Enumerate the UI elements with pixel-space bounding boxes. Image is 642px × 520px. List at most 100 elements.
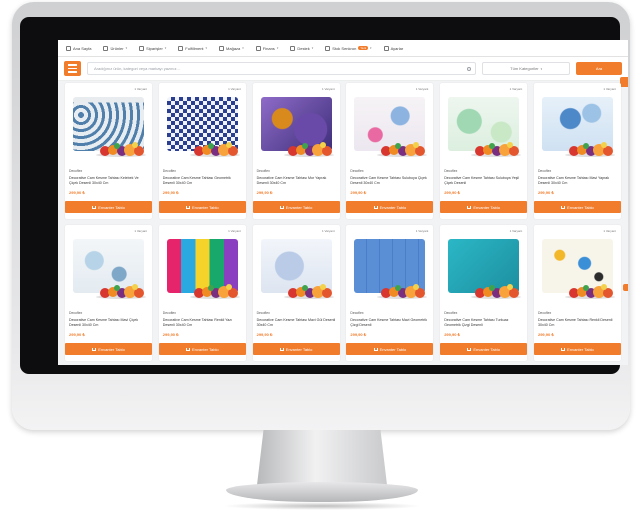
add-to-inventory-button[interactable]: Envanter Tablo [158,343,246,355]
product-title[interactable]: Decorative Cam Kesme Tahtası Kelebek Ve … [69,176,148,186]
nav-item-2[interactable]: Siparişler ▾ [139,45,167,51]
add-to-inventory-label: Envanter Tablo [191,204,219,210]
product-price: 299,90 ₺ [256,332,273,337]
product-title[interactable]: Decorative Cam Kesme Tahtası Renkli Yazı… [163,318,242,328]
wallet-icon [255,45,261,51]
product-title[interactable]: Decorative Cam Kesme Tahtası Mor Yaprak … [257,176,336,186]
add-to-inventory-button[interactable]: Envanter Tablo [65,201,152,213]
add-to-inventory-button[interactable]: Envanter Tablo [252,201,340,213]
product-brand: Decoflex [444,311,458,315]
cart-icon [561,205,566,209]
chevron-down-icon: ▾ [125,46,128,50]
add-to-inventory-label: Envanter Tablo [285,204,313,210]
product-title[interactable]: Decorative Cam Kesme Tahtası Suluboya Ye… [444,176,523,186]
add-to-inventory-button[interactable]: Envanter Tablo [65,343,152,355]
variant-badge: 1 Varyant [509,87,523,91]
variant-badge: 1 Varyant [509,229,523,233]
add-to-inventory-button[interactable]: Envanter Tablo [440,201,528,213]
add-to-inventory-button[interactable]: Envanter Tablo [440,343,528,355]
store-icon [219,45,225,51]
nav-item-label: Ayarlar [390,45,404,51]
search-input[interactable]: Aradığınız ürün, kategori veya markayı y… [86,62,477,75]
sync-icon [325,45,331,51]
nav-item-6[interactable]: Destek ▾ [290,45,314,51]
cart-icon [92,205,97,209]
search-placeholder: Aradığınız ürün, kategori veya markayı y… [93,66,180,71]
product-card[interactable]: 1 Varyant Decoflex Decorative Cam Kesme Ta… [65,225,152,361]
scroll-tab[interactable] [623,284,628,291]
add-to-inventory-button[interactable]: Envanter Tablo [346,201,434,213]
cart-icon [467,347,472,351]
product-title[interactable]: Decorative Cam Kesme Tahtası Mavi Geomet… [350,318,429,328]
product-card[interactable]: 1 Varyant Decoflex Decorative Cam Kesme Ta… [158,225,246,361]
fruit-decoration-image [283,142,334,157]
product-brand: Decoflex [537,311,552,315]
product-card[interactable]: 1 Varyant Decoflex Decorative Cam Kesme Ta… [252,83,340,219]
product-title[interactable]: Decorative Cam Kesme Tahtası Mavi Yaprak… [538,176,617,186]
add-to-inventory-label: Envanter Tablo [379,346,407,352]
nav-item-label: Ana Sayfa [73,45,92,51]
add-to-inventory-label: Envanter Tablo [98,204,125,210]
nav-item-0[interactable]: Ana Sayfa [66,45,92,51]
add-to-inventory-button[interactable]: Envanter Tablo [252,343,340,355]
product-title[interactable]: Decorative Cam Kesme Tahtası Mavi Çiçek … [69,318,148,328]
product-card[interactable]: 1 Varyant Decoflex Decorative Cam Kesme Ta… [346,225,434,361]
gear-icon [383,45,389,51]
monitor-bezel: Ana Sayfa Ürünler ▾ Siparişler ▾ Fulfillment ▾… [20,17,628,374]
nav-item-1[interactable]: Ürünler ▾ [103,45,128,51]
menu-icon[interactable] [64,61,81,76]
product-title[interactable]: Decorative Cam Kesme Tahtası Geometrik D… [163,176,242,186]
product-price: 299,90 ₺ [350,332,367,337]
chevron-down-icon: ▾ [311,46,314,50]
search-button[interactable]: Ara [576,62,622,75]
nav-item-4[interactable]: Mağaza ▾ [219,45,244,51]
support-icon [290,45,296,51]
cart-icon [279,347,284,351]
product-title[interactable]: Decorative Cam Kesme Tahtası Mavi Gül De… [257,318,336,328]
chevron-down-icon: ▾ [164,46,167,50]
product-title[interactable]: Decorative Cam Kesme Tahtası Suluboya Çi… [350,176,429,186]
product-brand: Decoflex [162,311,176,315]
add-to-inventory-label: Envanter Tablo [191,346,219,352]
add-to-inventory-button[interactable]: Envanter Tablo [533,201,621,213]
product-card[interactable]: 1 Varyant Decoflex Decorative Cam Kesme Ta… [158,83,246,219]
fruit-decoration-image [564,142,615,157]
category-select[interactable]: Tüm Kategoriler ▾ [482,62,571,75]
product-title[interactable]: Decorative Cam Kesme Tahtası Turkuaz Geo… [444,318,523,328]
add-to-inventory-label: Envanter Tablo [285,346,313,352]
product-card[interactable]: 1 Varyant Decoflex Decorative Cam Kesme Ta… [440,225,528,361]
product-card[interactable]: 1 Varyant Decoflex Decorative Cam Kesme Ta… [346,83,434,219]
nav-item-label: Destek [297,45,310,51]
variant-badge: 1 Varyant [603,229,616,233]
fruit-decoration-image [189,142,240,157]
add-to-inventory-button[interactable]: Envanter Tablo [346,343,434,355]
product-price: 299,90 ₺ [69,332,85,337]
product-card[interactable]: 1 Varyant Decoflex Decorative Cam Kesme Ta… [533,225,621,361]
cart-icon [185,347,190,351]
nav-item-label: Ürünler [110,45,124,51]
chevron-down-icon: ▾ [242,46,244,50]
variant-badge: 1 Varyant [603,87,616,91]
product-price: 299,90 ₺ [537,332,554,337]
fruit-decoration-image [189,284,240,299]
side-panel-tab[interactable] [620,77,628,87]
nav-item-7[interactable]: Stok Senkron Yeni ▾ [325,45,372,51]
product-card[interactable]: 1 Varyant Decoflex Decorative Cam Kesme Ta… [252,225,340,361]
variant-badge: 1 Varyant [415,229,429,233]
add-to-inventory-label: Envanter Tablo [473,346,500,352]
product-card[interactable]: 1 Varyant Decoflex Decorative Cam Kesme Ta… [440,83,528,219]
add-to-inventory-button[interactable]: Envanter Tablo [158,201,246,213]
product-card[interactable]: 1 Varyant Decoflex Decorative Cam Kesme Ta… [533,83,621,219]
cart-icon [373,347,378,351]
monitor-stand [257,430,387,485]
nav-item-3[interactable]: Fulfillment ▾ [178,45,207,51]
nav-item-8[interactable]: Ayarlar [383,45,404,51]
product-brand: Decoflex [444,169,458,173]
add-to-inventory-label: Envanter Tablo [98,346,125,352]
product-card[interactable]: 1 Varyant Decoflex Decorative Cam Kesme Ta… [65,83,152,219]
product-brand: Decoflex [537,169,552,173]
cart-icon [185,205,190,209]
nav-item-5[interactable]: Finans ▾ [255,45,278,51]
add-to-inventory-button[interactable]: Envanter Tablo [533,343,621,355]
product-title[interactable]: Decorative Cam Kesme Tahtası Renkli Dese… [538,318,617,328]
